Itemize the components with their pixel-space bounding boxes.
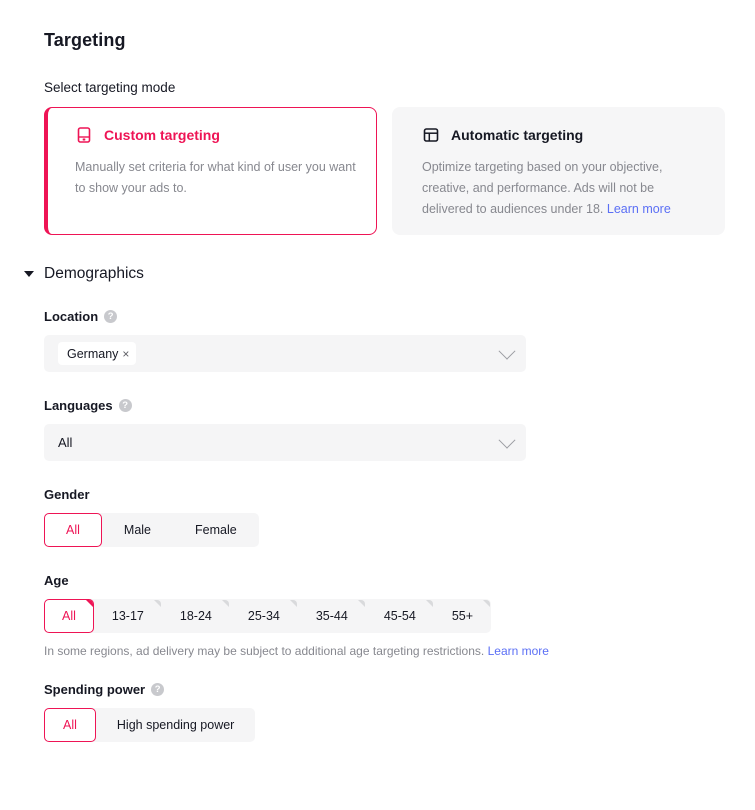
custom-targeting-header: Custom targeting	[75, 126, 356, 144]
device-card-icon	[75, 126, 93, 144]
gender-segmented-control: All Male Female	[44, 513, 259, 547]
location-label-row: Location ?	[44, 309, 755, 324]
spending-power-field: Spending power ? All High spending power	[44, 682, 755, 742]
gender-option-female[interactable]: Female	[173, 513, 259, 547]
age-option-55-plus[interactable]: 55+	[434, 599, 491, 633]
spending-power-option-all[interactable]: All	[44, 708, 96, 742]
location-field: Location ? Germany ×	[44, 309, 755, 372]
gender-option-male[interactable]: Male	[102, 513, 173, 547]
age-learn-more-link[interactable]: Learn more	[488, 644, 549, 658]
targeting-page: Targeting Select targeting mode Custom t…	[0, 0, 755, 810]
location-chip: Germany ×	[58, 342, 137, 365]
languages-select[interactable]: All	[44, 424, 526, 461]
age-field: Age All 13-17 18-24 25-34 35-44 45-54 55…	[44, 573, 755, 658]
automatic-targeting-description: Optimize targeting based on your objecti…	[422, 157, 704, 220]
page-title: Targeting	[44, 30, 126, 50]
age-segmented-control: All 13-17 18-24 25-34 35-44 45-54 55+	[44, 599, 492, 633]
languages-field: Languages ? All	[44, 398, 755, 461]
demographics-accordion-toggle[interactable]: Demographics	[24, 265, 755, 283]
languages-label: Languages	[44, 398, 113, 413]
custom-targeting-card[interactable]: Custom targeting Manually set criteria f…	[44, 107, 377, 235]
age-option-45-54[interactable]: 45-54	[366, 599, 434, 633]
age-option-18-24[interactable]: 18-24	[162, 599, 230, 633]
gender-option-all[interactable]: All	[44, 513, 102, 547]
spending-power-label-row: Spending power ?	[44, 682, 755, 697]
automatic-targeting-title: Automatic targeting	[451, 127, 584, 143]
targeting-mode-label: Select targeting mode	[44, 80, 176, 95]
age-label: Age	[44, 573, 69, 588]
age-label-row: Age	[44, 573, 755, 588]
location-chips: Germany ×	[58, 342, 493, 365]
spending-power-segmented-control: All High spending power	[44, 708, 256, 742]
languages-chevron-down-icon	[498, 431, 516, 449]
spending-power-label: Spending power	[44, 682, 146, 697]
age-option-all[interactable]: All	[44, 599, 94, 633]
layout-dashboard-icon	[422, 126, 440, 144]
languages-help-icon[interactable]: ?	[118, 399, 132, 412]
automatic-targeting-header: Automatic targeting	[422, 126, 704, 144]
gender-label: Gender	[44, 487, 90, 502]
location-help-icon[interactable]: ?	[104, 310, 118, 323]
location-select[interactable]: Germany ×	[44, 335, 526, 372]
chevron-down-icon	[24, 271, 34, 277]
age-option-35-44[interactable]: 35-44	[298, 599, 366, 633]
languages-label-row: Languages ?	[44, 398, 755, 413]
automatic-targeting-card[interactable]: Automatic targeting Optimize targeting b…	[392, 107, 725, 235]
demographics-title: Demographics	[44, 265, 144, 282]
languages-value: All	[58, 435, 73, 450]
gender-label-row: Gender	[44, 487, 755, 502]
custom-targeting-description: Manually set criteria for what kind of u…	[75, 160, 356, 195]
targeting-mode-cards: Custom targeting Manually set criteria f…	[44, 107, 755, 235]
location-label: Location	[44, 309, 99, 324]
age-option-13-17[interactable]: 13-17	[94, 599, 162, 633]
age-helper-text-body: In some regions, ad delivery may be subj…	[44, 644, 485, 658]
automatic-targeting-learn-more-link[interactable]: Learn more	[607, 202, 671, 216]
age-helper-text: In some regions, ad delivery may be subj…	[44, 644, 755, 658]
custom-targeting-title: Custom targeting	[104, 127, 220, 143]
gender-field: Gender All Male Female	[44, 487, 755, 547]
location-chevron-down-icon	[498, 342, 516, 360]
spending-power-help-icon[interactable]: ?	[151, 683, 165, 696]
location-chip-remove-icon[interactable]: ×	[122, 348, 129, 360]
age-option-25-34[interactable]: 25-34	[230, 599, 298, 633]
spending-power-option-high[interactable]: High spending power	[96, 708, 255, 742]
location-chip-label: Germany	[67, 346, 119, 361]
